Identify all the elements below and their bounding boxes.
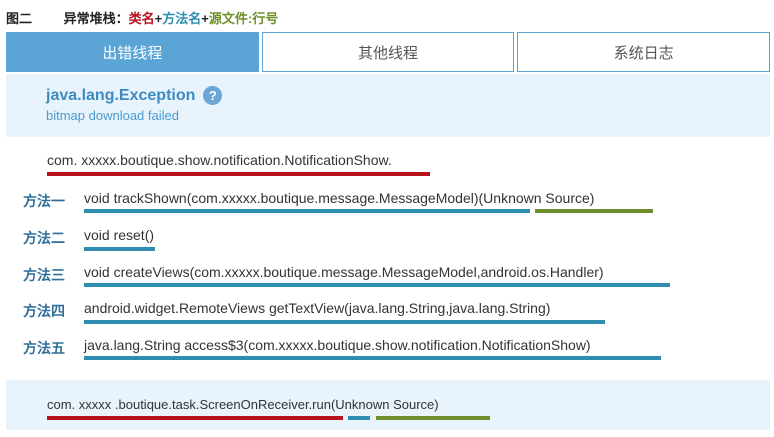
method-underline-1 (84, 209, 530, 213)
source-underline-1 (535, 209, 653, 213)
method-text-2: void reset() (84, 227, 155, 243)
method-label-2: 方法二 (23, 230, 65, 246)
method-label-1: 方法一 (23, 193, 65, 209)
method-label-5: 方法五 (23, 340, 65, 356)
exception-message: bitmap download failed (46, 108, 179, 123)
caller-frame-line: com. xxxxx .boutique.task.ScreenOnReceiv… (47, 397, 439, 412)
question-circle-icon[interactable]: ? (203, 86, 223, 105)
figure-number: 图二 (6, 11, 33, 26)
method-underline-3 (84, 283, 670, 287)
method-underline-5 (84, 356, 661, 360)
caller-class-underline (47, 416, 343, 420)
legend-plus-2: + (201, 11, 209, 26)
method-text-3: void createViews(com.xxxxx.boutique.mess… (84, 264, 604, 280)
legend-method-name: 方法名 (162, 11, 202, 26)
tab-other-threads[interactable]: 其他线程 (261, 32, 515, 72)
caller-method-underline (348, 416, 370, 420)
class-underline (47, 172, 430, 176)
exception-header: java.lang.Exception ? bitmap download fa… (6, 74, 770, 137)
caller-source-underline (376, 416, 490, 420)
method-text-1: void trackShown(com.xxxxx.boutique.messa… (84, 190, 595, 206)
method-label-4: 方法四 (23, 303, 65, 319)
method-text-5: java.lang.String access$3(com.xxxxx.bout… (84, 337, 591, 353)
tab-system-log[interactable]: 系统日志 (517, 32, 771, 72)
method-label-3: 方法三 (23, 267, 65, 283)
legend-class-name: 类名 (128, 11, 155, 26)
thread-tabs: 出错线程 其他线程 系统日志 (6, 32, 771, 72)
method-underline-2 (84, 247, 155, 251)
stack-class-line: com. xxxxx.boutique.show.notification.No… (47, 152, 392, 168)
tab-error-thread[interactable]: 出错线程 (6, 32, 259, 72)
figure-caption: 图二 异常堆栈：类名+方法名+源文件:行号 (6, 8, 278, 26)
method-underline-4 (84, 320, 605, 324)
caption-label: 异常堆栈： (63, 11, 129, 26)
legend-source-line: 源文件:行号 (208, 11, 279, 26)
exception-title-row: java.lang.Exception ? (46, 86, 770, 105)
exception-title: java.lang.Exception (46, 86, 196, 104)
method-text-4: android.widget.RemoteViews getTextView(j… (84, 300, 551, 316)
